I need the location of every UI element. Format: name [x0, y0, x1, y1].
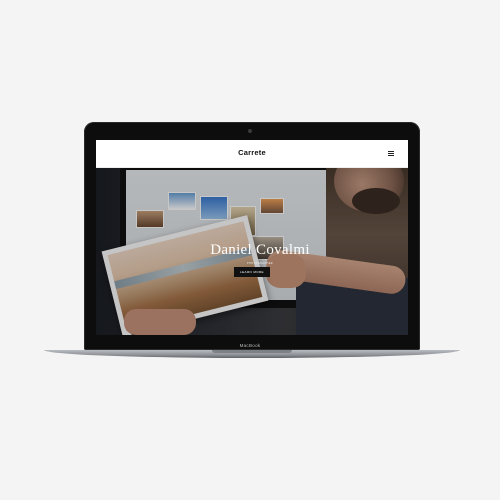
laptop-notch — [212, 350, 292, 353]
laptop-screen: Carrete Daniel Covalmi PHOTOGRAPHER LEAR… — [96, 140, 408, 335]
hero-section: Daniel Covalmi PHOTOGRAPHER LEARN MORE — [96, 168, 408, 335]
hamburger-icon[interactable] — [388, 151, 394, 156]
device-label: MacBook — [239, 343, 261, 348]
site-logo[interactable]: Carrete — [96, 148, 408, 157]
learn-more-button[interactable]: LEARN MORE — [234, 267, 270, 277]
hero-subtitle: PHOTOGRAPHER — [246, 262, 273, 265]
site-header: Carrete — [96, 140, 408, 168]
hero-title: Daniel Covalmi — [210, 242, 310, 258]
camera — [248, 129, 252, 133]
